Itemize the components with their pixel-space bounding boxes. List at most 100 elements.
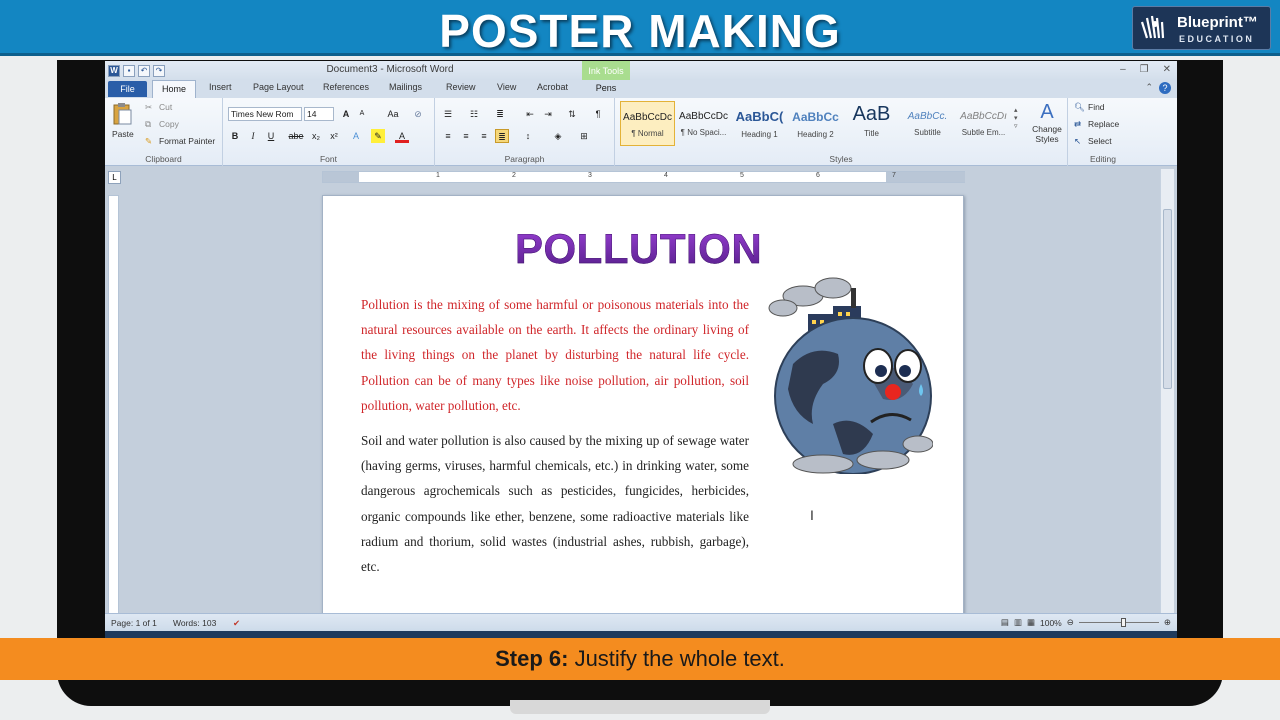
line-spacing-icon[interactable]: ↕ [521, 129, 535, 143]
shrink-font-button[interactable]: A [355, 107, 369, 121]
tab-page-layout[interactable]: Page Layout [253, 82, 304, 92]
help-icon[interactable]: ? [1159, 82, 1171, 94]
borders-icon[interactable]: ⊞ [577, 129, 591, 143]
ruler-number: 2 [512, 172, 516, 179]
font-name-select[interactable]: Times New Rom [228, 107, 302, 121]
clear-formatting-icon[interactable]: ⊘ [411, 107, 425, 121]
style-subtitle[interactable]: AaBbCc. Subtitle [900, 101, 955, 146]
format-painter-button[interactable]: ✎ Format Painter [145, 136, 215, 147]
ruler-number: 3 [588, 172, 592, 179]
style-no-spacing[interactable]: AaBbCcDc ¶ No Spaci... [676, 101, 731, 146]
ruler-right-margin [886, 172, 965, 182]
tab-acrobat[interactable]: Acrobat [537, 82, 568, 92]
vertical-scrollbar[interactable] [1160, 169, 1174, 613]
copy-icon: ⧉ [145, 119, 152, 130]
ribbon-home: Paste ✂ Cut ⧉ Copy ✎ Format Painter Clipboa… [105, 98, 1177, 166]
multilevel-list-icon[interactable]: ≣ [493, 107, 507, 121]
proofing-icon[interactable]: ✔ [233, 618, 240, 629]
window-controls: – ❐ ✕ [1120, 64, 1171, 75]
close-icon[interactable]: ✕ [1163, 64, 1171, 75]
paragraph-2[interactable]: Soil and water pollution is also caused … [361, 428, 749, 579]
ruler-number: 7 [892, 172, 896, 179]
font-size-select[interactable]: 14 [304, 107, 334, 121]
italic-button[interactable]: I [246, 129, 260, 143]
tab-mailings[interactable]: Mailings [389, 82, 422, 92]
banner-title: POSTER MAKING [439, 5, 841, 57]
subscript-button[interactable]: x₂ [309, 129, 323, 143]
zoom-out-icon[interactable]: ⊖ [1067, 617, 1074, 628]
scissors-icon: ✂ [145, 102, 153, 113]
style-heading-1[interactable]: AaBbC( Heading 1 [732, 101, 787, 146]
paste-icon[interactable] [113, 102, 133, 128]
zoom-slider[interactable] [1078, 618, 1159, 627]
paragraph-1[interactable]: Pollution is the mixing of some harmful … [361, 292, 749, 418]
text-effects-icon[interactable]: A [349, 129, 363, 143]
select-button[interactable]: ↖ Select [1074, 136, 1112, 147]
grow-font-button[interactable]: A [339, 107, 353, 121]
tab-file[interactable]: File [108, 81, 147, 97]
strikethrough-button[interactable]: abe [287, 129, 305, 143]
style-normal[interactable]: AaBbCcDc ¶ Normal [620, 101, 675, 146]
text-cursor-icon: I [810, 507, 814, 523]
justify-icon[interactable]: ≣ [495, 129, 509, 143]
tab-review[interactable]: Review [446, 82, 476, 92]
find-button[interactable]: 🔍︎ Find [1074, 102, 1105, 113]
change-styles-button[interactable]: A Change Styles [1029, 100, 1065, 144]
tab-selector-icon[interactable]: L [108, 171, 121, 184]
copy-button[interactable]: ⧉ Copy [145, 119, 179, 130]
ribbon-collapse-icon[interactable]: ⌃ [1145, 82, 1153, 94]
paste-button[interactable]: Paste [112, 129, 134, 139]
style-subtle-emphasis[interactable]: AaBbCcDı Subtle Em... [956, 101, 1011, 146]
tab-pens[interactable]: Pens [582, 80, 630, 98]
laptop-base [510, 700, 770, 714]
bullets-icon[interactable]: ☰ [441, 107, 455, 121]
underline-button[interactable]: U [264, 129, 278, 143]
editing-label: Editing [1090, 154, 1116, 164]
style-heading-2[interactable]: AaBbCc Heading 2 [788, 101, 843, 146]
polluted-earth-illustration[interactable] [753, 274, 933, 474]
tab-references[interactable]: References [323, 82, 369, 92]
show-formatting-icon[interactable]: ¶ [591, 107, 605, 121]
zoom-in-icon[interactable]: ⊕ [1164, 617, 1171, 628]
cut-button[interactable]: ✂ Cut [145, 102, 172, 113]
word-count[interactable]: Words: 103 [173, 618, 216, 628]
align-left-icon[interactable]: ≡ [441, 129, 455, 143]
restore-icon[interactable]: ❐ [1140, 64, 1149, 75]
superscript-button[interactable]: x² [327, 129, 341, 143]
style-title[interactable]: AaB Title [844, 101, 899, 146]
decrease-indent-icon[interactable]: ⇤ [523, 107, 537, 121]
view-web-icon[interactable]: ▦ [1027, 617, 1035, 628]
highlight-icon[interactable]: ✎ [371, 129, 385, 143]
tab-home[interactable]: Home [152, 80, 196, 98]
group-paragraph: ☰ ☷ ≣ ⇤ ⇥ ⇅ ¶ ≡ ≡ ≡ ≣ ↕ ◈ ⊞ Paragraph [435, 98, 615, 166]
font-label: Font [319, 154, 337, 164]
document-page[interactable]: POLLUTION Pollution is the mixing of som… [322, 195, 964, 639]
styles-scroll-icon[interactable]: ▴ ▾ ▿ [1014, 106, 1024, 130]
change-case-button[interactable]: Aa [383, 107, 403, 121]
view-print-layout-icon[interactable]: ▤ [1001, 617, 1009, 628]
scroll-thumb[interactable] [1163, 209, 1172, 389]
bold-button[interactable]: B [228, 129, 242, 143]
group-editing: 🔍︎ Find ⇄ Replace ↖ Select Editing [1068, 98, 1138, 166]
tab-view[interactable]: View [497, 82, 516, 92]
horizontal-ruler[interactable]: 1 2 3 4 5 6 7 [322, 171, 965, 183]
logo-subtitle: EDUCATION [1179, 34, 1255, 44]
view-full-screen-icon[interactable]: ▥ [1014, 617, 1022, 628]
align-right-icon[interactable]: ≡ [477, 129, 491, 143]
align-center-icon[interactable]: ≡ [459, 129, 473, 143]
vertical-ruler[interactable] [108, 195, 119, 635]
sort-icon[interactable]: ⇅ [565, 107, 579, 121]
zoom-level[interactable]: 100% [1040, 618, 1062, 628]
word-window: W ▪ ↶ ↷ Document3 - Microsoft Word Ink T… [105, 61, 1177, 639]
page-count[interactable]: Page: 1 of 1 [111, 618, 157, 628]
numbering-icon[interactable]: ☷ [467, 107, 481, 121]
font-color-icon[interactable]: A [395, 129, 409, 143]
zoom-slider-thumb[interactable] [1120, 618, 1126, 627]
shading-icon[interactable]: ◈ [551, 129, 565, 143]
brush-icon: ✎ [145, 136, 153, 147]
clipboard-label: Clipboard [145, 154, 182, 164]
minimize-icon[interactable]: – [1120, 64, 1126, 75]
increase-indent-icon[interactable]: ⇥ [541, 107, 555, 121]
replace-button[interactable]: ⇄ Replace [1074, 119, 1119, 130]
tab-insert[interactable]: Insert [209, 82, 232, 92]
